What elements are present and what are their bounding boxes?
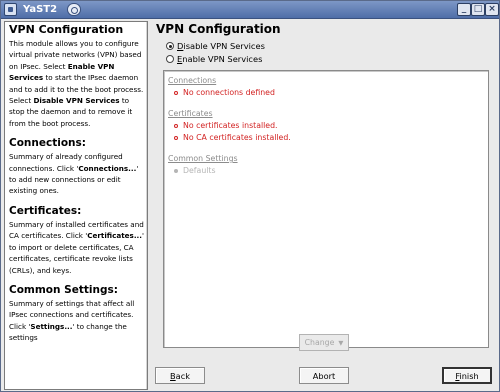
yast-logo-icon (67, 3, 81, 16)
enable-vpn-radio[interactable]: Enable VPN Services (166, 53, 262, 65)
bullet-icon (174, 169, 178, 173)
help-heading-common-settings: Common Settings: (9, 283, 118, 296)
change-button[interactable]: Change ▼ (299, 334, 349, 351)
defaults-item: Defaults (183, 166, 216, 175)
help-bold-text: Connections... (78, 163, 137, 173)
summary-tree[interactable]: Connections No connections defined Certi… (163, 70, 489, 348)
back-button[interactable]: Back (155, 367, 205, 384)
help-heading-certificates: Certificates: (9, 204, 82, 217)
window-menu-icon[interactable] (4, 3, 17, 16)
summary-list: Connections No connections defined Certi… (168, 75, 291, 177)
help-content: VPN Configuration This module allows you… (9, 23, 145, 344)
chevron-down-icon: ▼ (338, 338, 344, 347)
bullet-icon (174, 124, 178, 128)
help-certificates-text: Summary of installed certificates and CA… (9, 219, 145, 276)
list-item: Defaults (168, 165, 291, 177)
disable-vpn-label[interactable]: Disable VPN Services (177, 41, 265, 51)
abort-label: Abort (312, 370, 336, 381)
certificate-status: No certificates installed. (183, 121, 278, 130)
bullet-icon (174, 136, 178, 140)
help-intro: This module allows you to configure virt… (9, 38, 145, 129)
radio-button-unchecked-icon[interactable] (166, 55, 174, 63)
list-item[interactable]: No CA certificates installed. (168, 132, 291, 144)
back-label: Back (170, 370, 190, 381)
finish-label: Finish (455, 370, 479, 381)
enable-vpn-label[interactable]: Enable VPN Services (177, 54, 262, 64)
change-button-label: Change (304, 338, 335, 347)
help-heading-connections: Connections: (9, 137, 86, 150)
maximize-button[interactable]: □ (471, 3, 485, 16)
common-settings-header[interactable]: Common Settings (168, 153, 291, 165)
title-bar[interactable]: YaST2 _ □ × (1, 1, 499, 19)
certificates-header[interactable]: Certificates (168, 108, 291, 120)
yast-window: YaST2 _ □ × VPN Configuration This modul… (0, 0, 500, 392)
abort-button[interactable]: Abort (299, 367, 349, 384)
connections-header[interactable]: Connections (168, 75, 291, 87)
help-bold-text: Settings... (30, 321, 73, 331)
help-common-settings-text: Summary of settings that affect all IPse… (9, 298, 145, 344)
disable-vpn-radio[interactable]: Disable VPN Services (166, 40, 265, 52)
help-connections-text: Summary of already configured connection… (9, 151, 145, 197)
connection-status: No connections defined (183, 88, 275, 97)
list-item[interactable]: No certificates installed. (168, 120, 291, 132)
page-title: VPN Configuration (156, 22, 281, 36)
window-title: YaST2 (23, 4, 58, 15)
help-bold-text: Certificates... (87, 231, 143, 241)
finish-button[interactable]: Finish (442, 367, 492, 384)
help-scrollbar[interactable] (146, 22, 147, 389)
ca-certificate-status: No CA certificates installed. (183, 133, 291, 142)
radio-button-checked-icon[interactable] (166, 42, 174, 50)
help-title: VPN Configuration (9, 23, 124, 36)
help-bold-text: Disable VPN Services (33, 96, 120, 106)
list-item[interactable]: No connections defined (168, 87, 291, 99)
help-panel: VPN Configuration This module allows you… (4, 21, 148, 390)
main-panel: VPN Configuration Disable VPN Services E… (152, 21, 495, 390)
close-button[interactable]: × (485, 3, 499, 16)
minimize-button[interactable]: _ (457, 3, 471, 16)
bullet-icon (174, 91, 178, 95)
